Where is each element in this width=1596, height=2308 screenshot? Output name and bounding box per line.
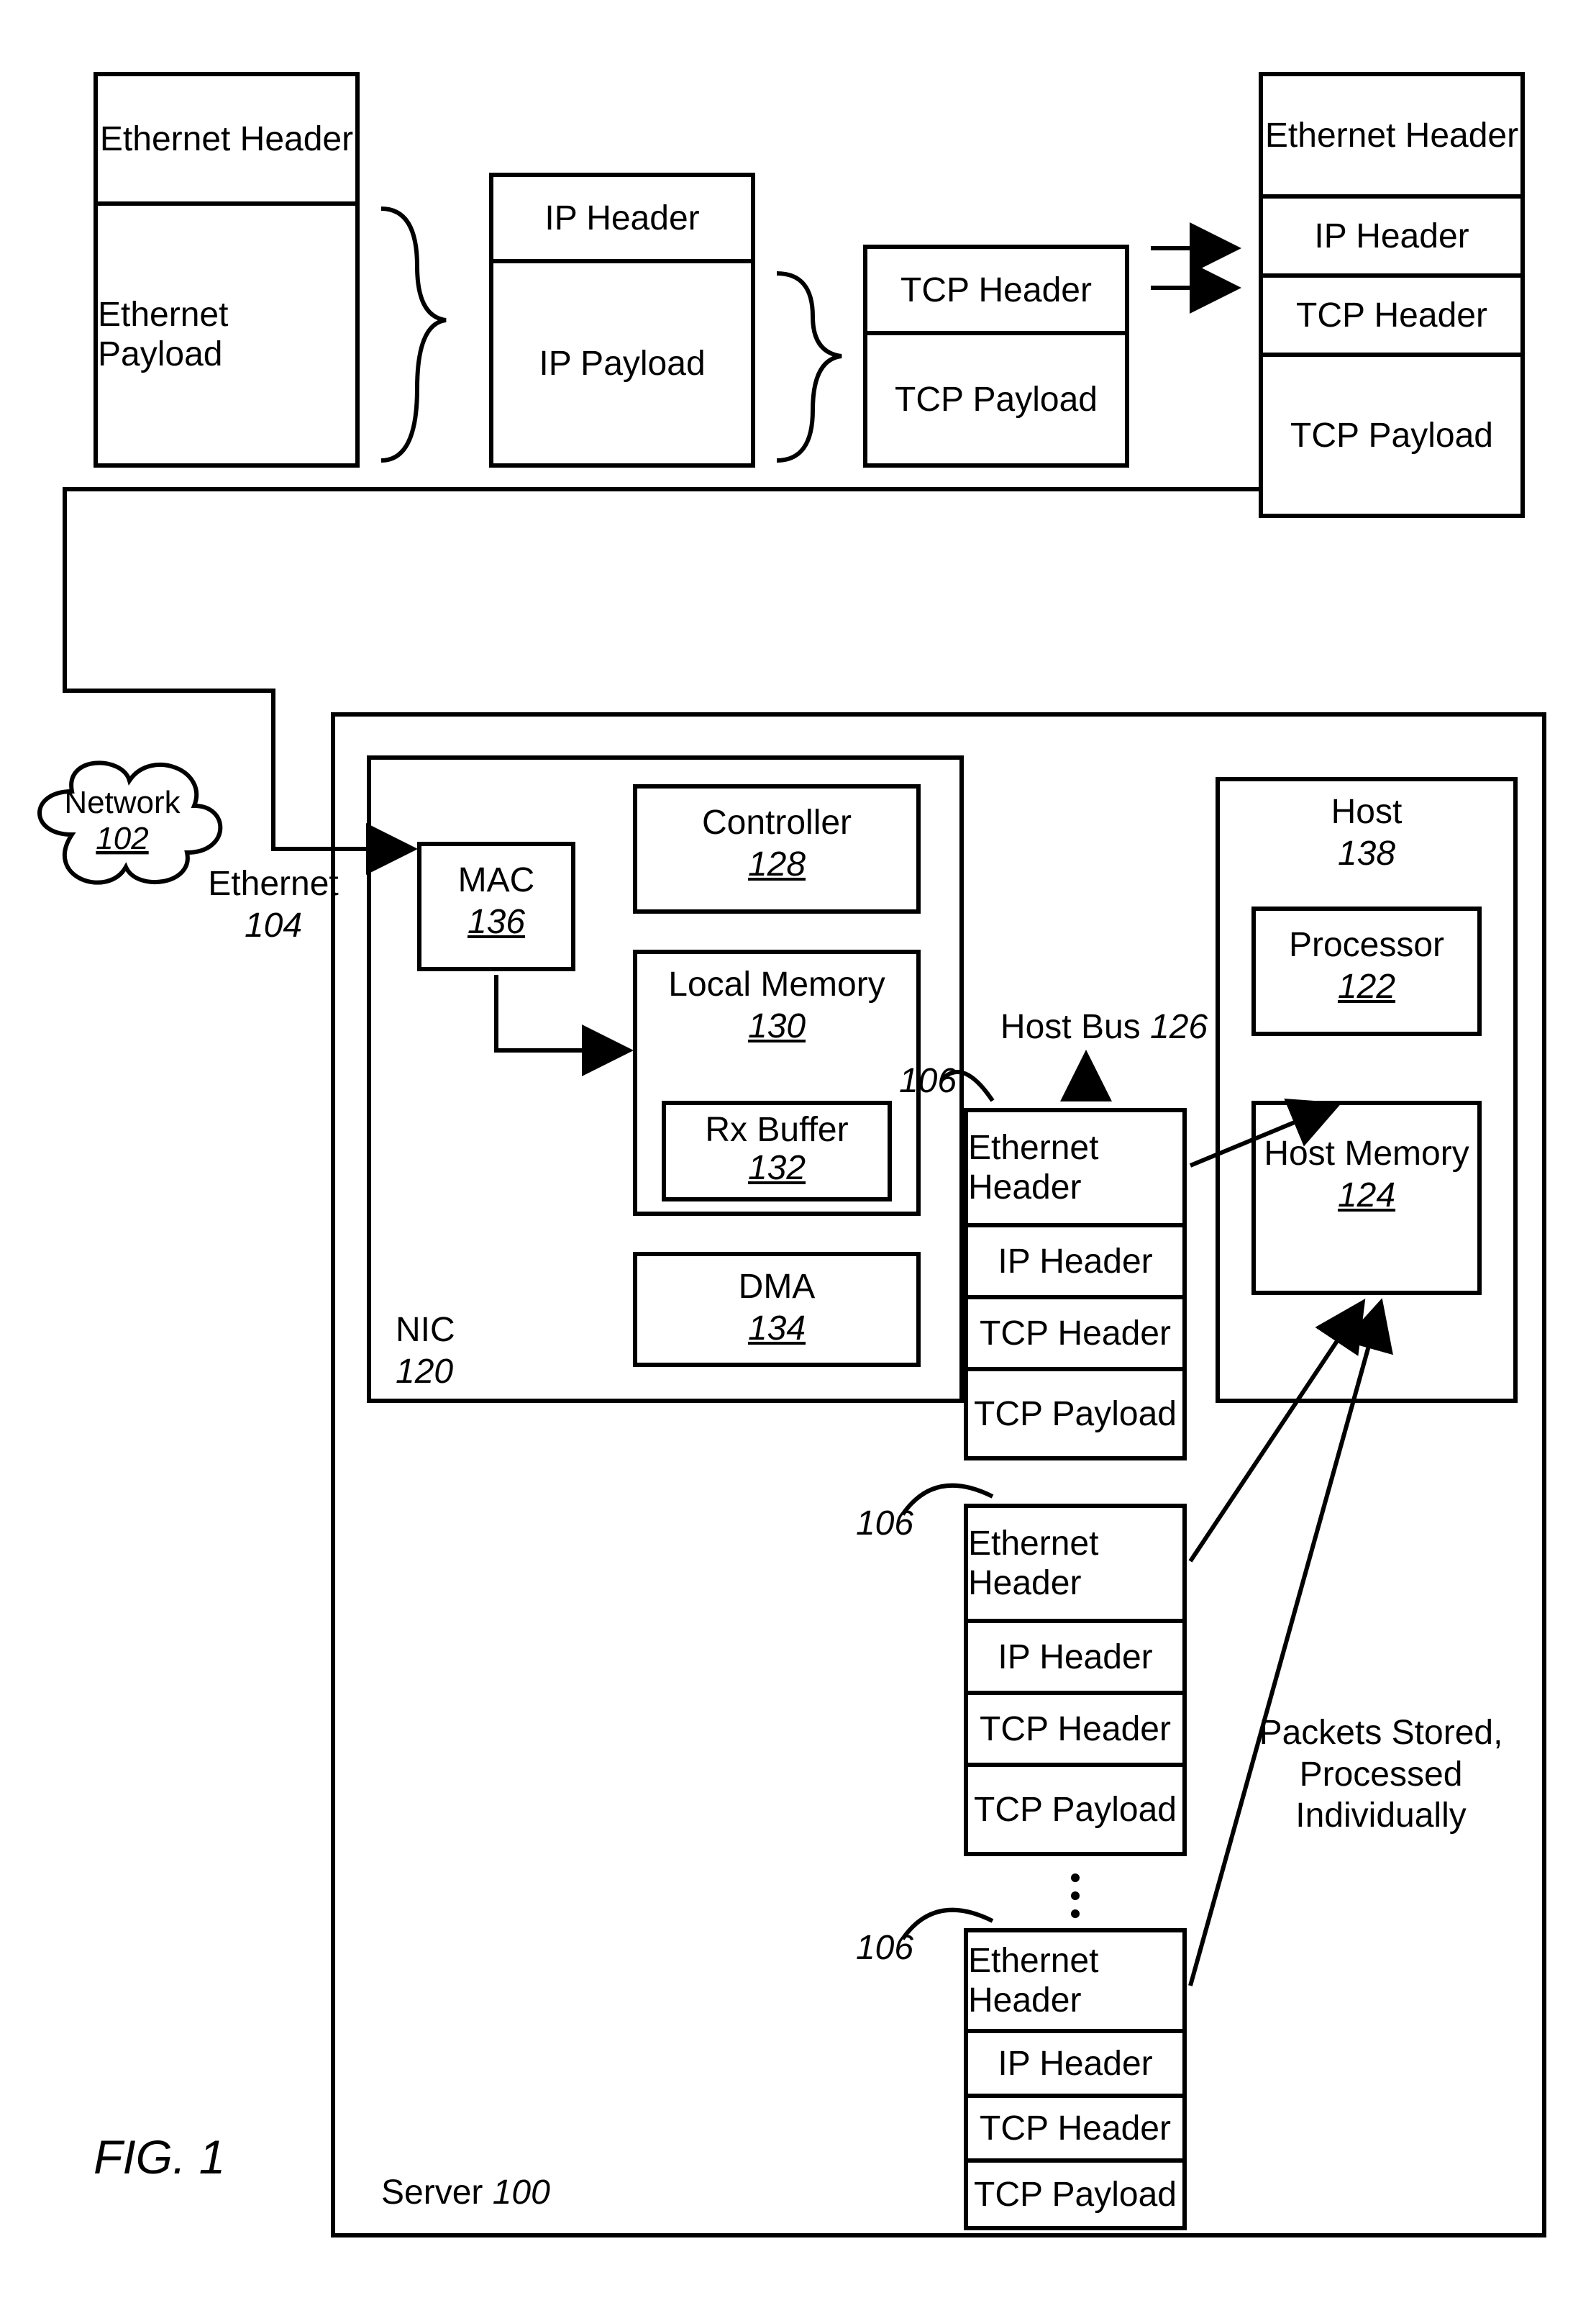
svg-text:102: 102 bbox=[96, 821, 148, 856]
diagram-svg: Network 102 bbox=[0, 0, 1596, 2308]
svg-text:Network: Network bbox=[64, 785, 181, 820]
